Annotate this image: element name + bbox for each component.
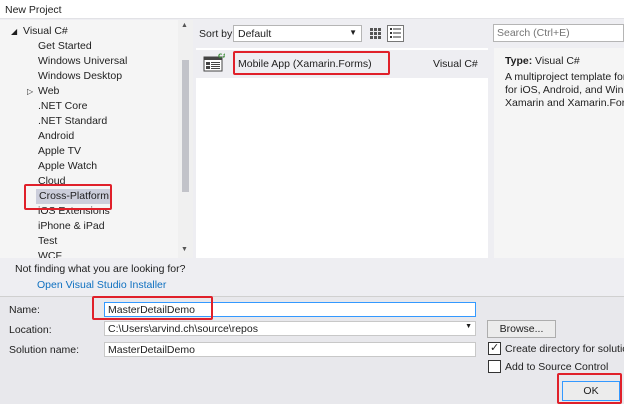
grid-view-icon[interactable]	[368, 26, 383, 41]
tree-item-visual-csharp[interactable]: Visual C#	[23, 24, 68, 39]
tree-item-apple-watch[interactable]: Apple Watch	[38, 159, 97, 174]
title-bar: New Project	[0, 0, 624, 19]
sort-by-value: Default	[238, 28, 272, 40]
scroll-up-icon[interactable]: ▲	[181, 22, 188, 29]
name-field[interactable]	[104, 302, 476, 317]
template-list	[196, 48, 488, 258]
tree-item-net-standard[interactable]: .NET Standard	[38, 114, 107, 129]
mobile-app-template-icon: C#	[203, 53, 225, 72]
name-label: Name:	[9, 304, 40, 316]
type-label: Type:	[505, 55, 533, 67]
solution-name-label: Solution name:	[9, 344, 80, 356]
source-control-checkbox[interactable]	[488, 360, 501, 373]
expand-arrow-icon[interactable]: ▷	[27, 84, 33, 99]
tree-item-web[interactable]: Web	[38, 84, 59, 99]
template-language: Visual C#	[433, 58, 478, 70]
collapse-arrow-icon[interactable]: ◢	[11, 24, 17, 39]
tree-scrollbar[interactable]: ▲ ▼	[178, 20, 193, 258]
type-value: Visual C#	[535, 55, 580, 67]
browse-button[interactable]: Browse...	[487, 320, 556, 338]
sort-by-select[interactable]: Default ▼	[233, 25, 362, 42]
tree-item-windows-desktop[interactable]: Windows Desktop	[38, 69, 122, 84]
sort-by-label: Sort by:	[199, 28, 236, 40]
description-line: Xamarin and Xamarin.Forms	[505, 97, 624, 109]
tree-item-wcf[interactable]: WCF	[38, 249, 62, 258]
ok-button[interactable]: OK	[562, 381, 620, 401]
tree-item-apple-tv[interactable]: Apple TV	[38, 144, 81, 159]
source-control-label: Add to Source Control	[505, 361, 609, 373]
chevron-down-icon[interactable]: ▼	[465, 323, 472, 330]
create-directory-label: Create directory for solution	[505, 343, 624, 355]
svg-text:C#: C#	[218, 53, 225, 60]
tree-item-cross-platform[interactable]: Cross-Platform	[36, 189, 113, 204]
name-input[interactable]	[105, 303, 475, 316]
tree-item-cloud[interactable]: Cloud	[38, 174, 65, 189]
location-input[interactable]	[105, 322, 475, 335]
tree-item-iphone-ipad[interactable]: iPhone & iPad	[38, 219, 105, 234]
scroll-thumb[interactable]	[182, 60, 189, 192]
open-installer-link[interactable]: Open Visual Studio Installer	[37, 279, 166, 291]
template-category-tree: ◢ Visual C# Get Started Windows Universa…	[0, 20, 193, 258]
window-title: New Project	[5, 4, 62, 16]
search-input[interactable]	[494, 25, 619, 41]
tree-item-android[interactable]: Android	[38, 129, 74, 144]
description-line: for iOS, Android, and Windo	[505, 84, 624, 96]
tree-item-windows-universal[interactable]: Windows Universal	[38, 54, 127, 69]
tree-item-test[interactable]: Test	[38, 234, 57, 249]
solution-name-field[interactable]	[104, 342, 476, 357]
description-text: A multiproject template for b for iOS, A…	[505, 71, 624, 110]
tree-item-net-core[interactable]: .NET Core	[38, 99, 87, 114]
tree-item-ios-extensions[interactable]: iOS Extensions	[38, 204, 110, 219]
description-line: A multiproject template for b	[505, 71, 624, 83]
location-field[interactable]: ▼	[104, 321, 476, 336]
solution-name-input[interactable]	[105, 343, 475, 356]
list-view-icon[interactable]	[387, 25, 404, 42]
chevron-down-icon: ▼	[349, 28, 357, 37]
template-name: Mobile App (Xamarin.Forms)	[238, 58, 372, 70]
scroll-down-icon[interactable]: ▼	[181, 246, 188, 253]
location-label: Location:	[9, 324, 52, 336]
search-box[interactable]	[493, 24, 624, 42]
create-directory-checkbox[interactable]: ✓	[488, 342, 501, 355]
not-found-text: Not finding what you are looking for?	[15, 263, 186, 275]
checkmark-icon: ✓	[490, 342, 500, 354]
tree-item-get-started[interactable]: Get Started	[38, 39, 92, 54]
